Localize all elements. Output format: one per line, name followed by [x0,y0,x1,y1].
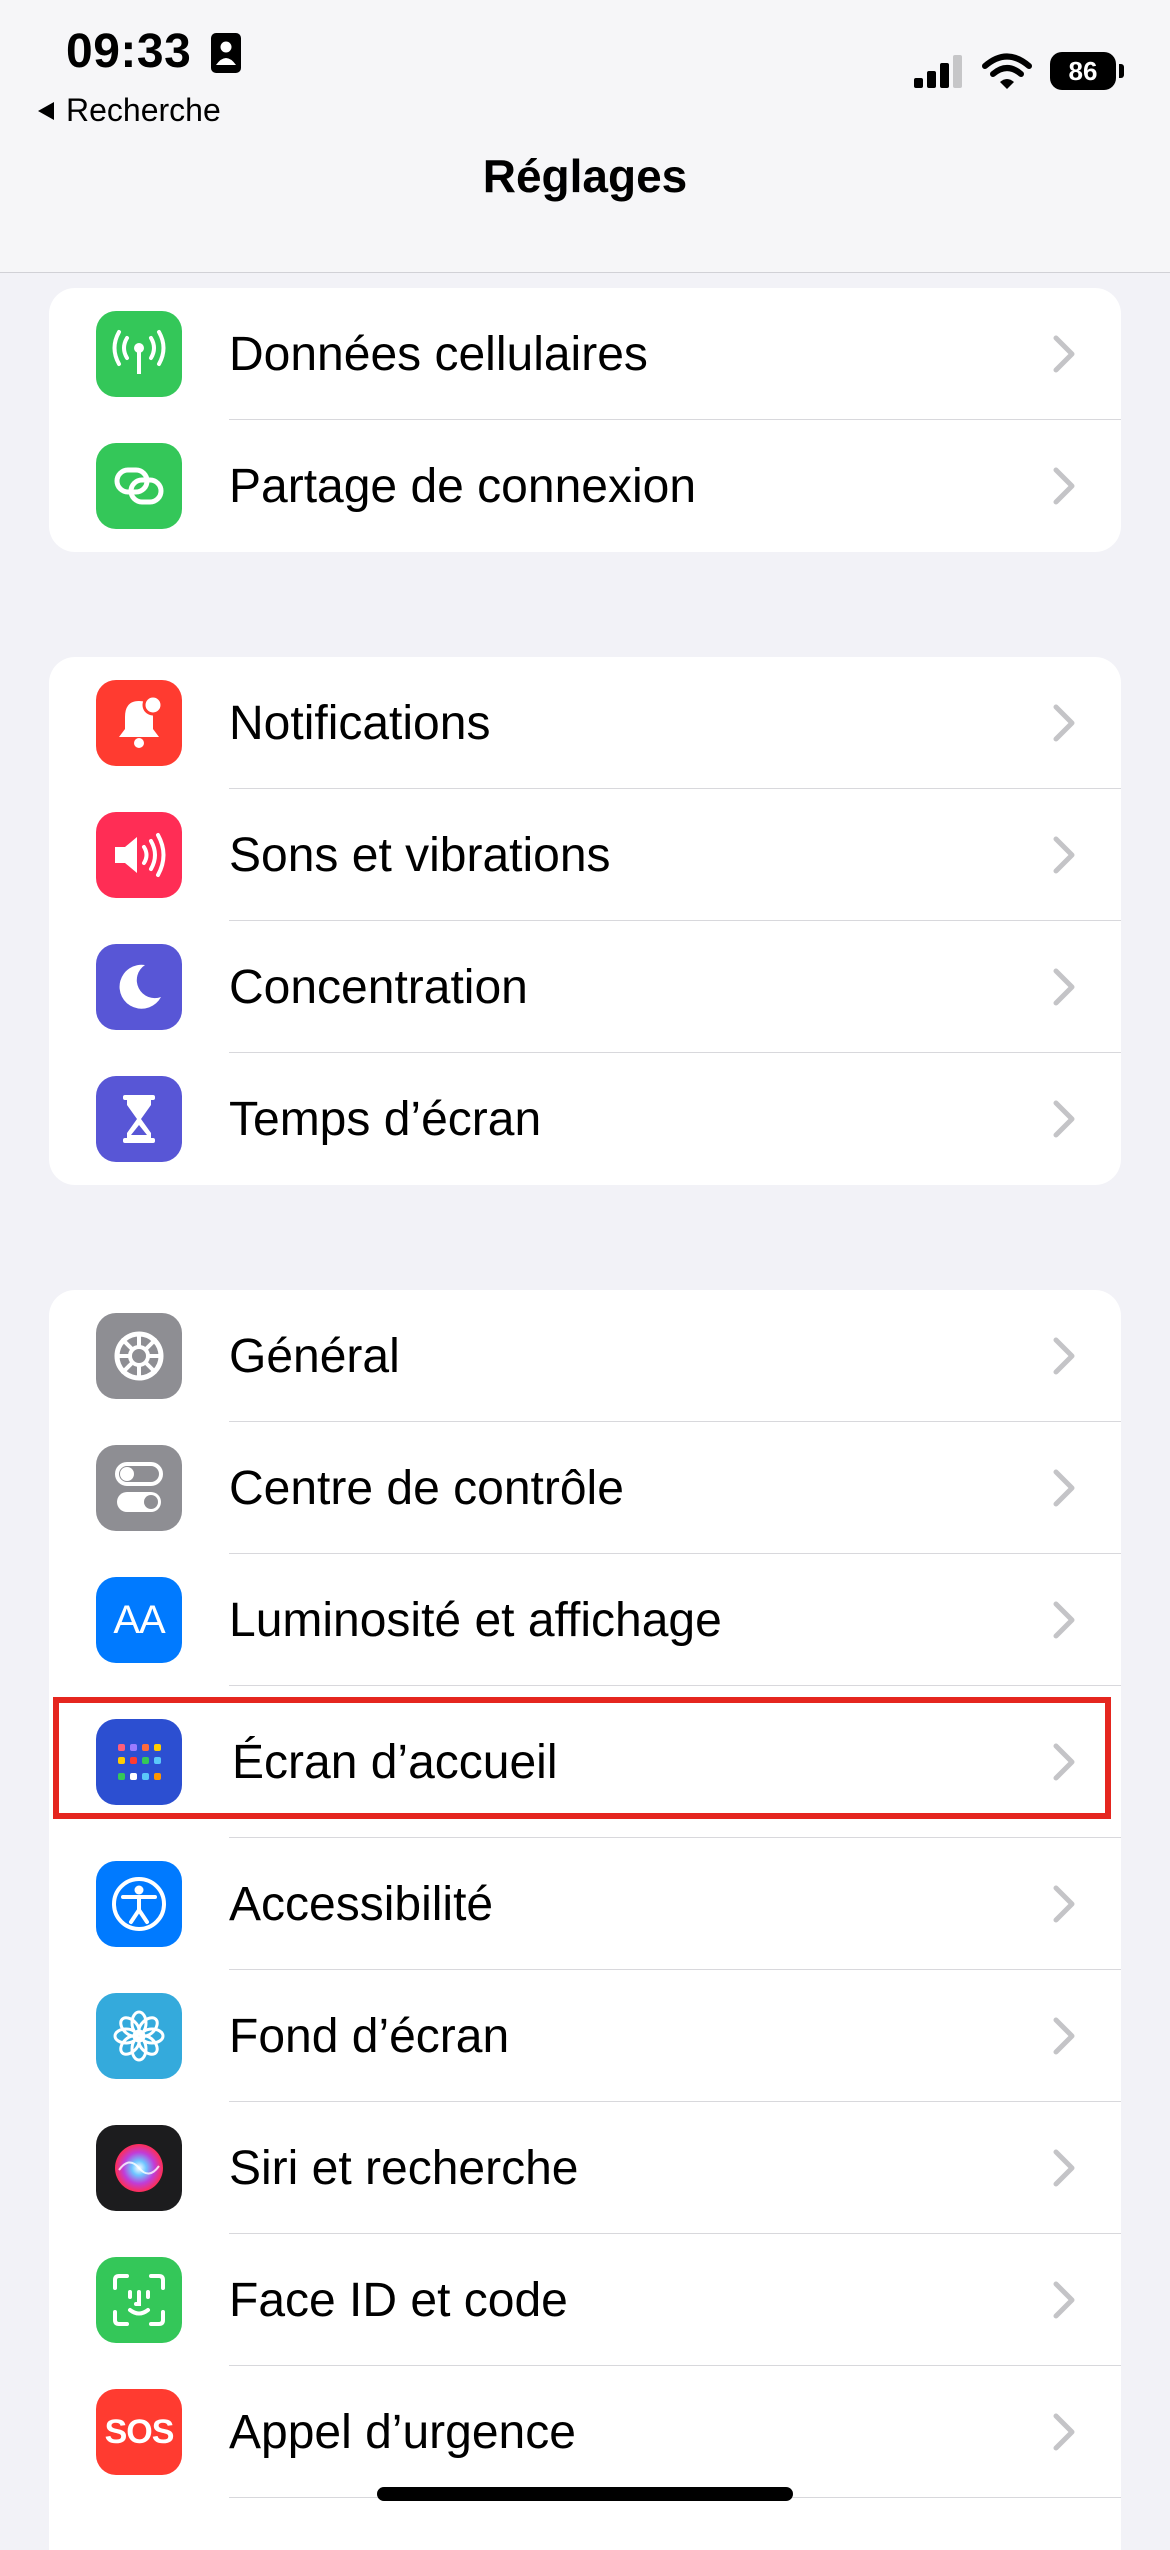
chevron-right-icon [1053,2413,1075,2451]
sos-icon-text: SOS [104,2412,175,2451]
settings-row-label: Partage de connexion [229,459,697,513]
home-indicator[interactable] [377,2487,793,2501]
settings-group-general: Général Centre de contrôle AA Luminosité… [49,1290,1121,2550]
home-screen-grid-icon [96,1719,182,1805]
settings-row-wallpaper[interactable]: Fond d’écran [49,1970,1121,2102]
page-title: Réglages [482,150,688,202]
settings-row-label: Temps d’écran [229,1092,542,1146]
chevron-right-icon [1053,1601,1075,1639]
settings-row-label: Luminosité et affichage [229,1593,722,1647]
cellular-antenna-icon [96,311,182,397]
bell-badge-icon [96,680,182,766]
chevron-right-icon [1053,1743,1075,1781]
gear-icon [96,1313,182,1399]
hourglass-icon [96,1076,182,1162]
chevron-right-icon [1053,335,1075,373]
settings-row-sounds[interactable]: Sons et vibrations [49,789,1121,921]
settings-row-accessibility[interactable]: Accessibilité [49,1838,1121,1970]
battery-level: 86 [1068,55,1098,86]
flower-icon [96,1993,182,2079]
chevron-right-icon [1053,1885,1075,1923]
settings-row-label: Face ID et code [229,2273,568,2327]
settings-group-network: Données cellulaires Partage de connexion [49,288,1121,552]
settings-row-home-screen[interactable]: Écran d’accueil [49,1686,1121,1838]
accessibility-icon [96,1861,182,1947]
settings-row-label: Siri et recherche [229,2141,579,2195]
settings-row-cellular[interactable]: Données cellulaires [49,288,1121,420]
settings-row-display[interactable]: AA Luminosité et affichage [49,1554,1121,1686]
battery-indicator: 86 [1050,52,1124,90]
chevron-right-icon [1053,2281,1075,2319]
chevron-right-icon [1053,467,1075,505]
settings-row-label: Général [229,1329,400,1383]
cellular-signal-icon [914,55,962,88]
status-indicators: 86 [914,52,1124,90]
settings-row-label: Appel d’urgence [229,2405,576,2459]
chevron-right-icon [1053,1337,1075,1375]
settings-row-label: Sons et vibrations [229,828,611,882]
settings-group-notifications: Notifications Sons et vibrations Concent… [49,657,1121,1185]
settings-row-label: Notifications [229,696,491,750]
chevron-right-icon [1053,704,1075,742]
chevron-right-icon [1053,1100,1075,1138]
moon-icon [96,944,182,1030]
chevron-right-icon [1053,836,1075,874]
portrait-id-icon [211,33,241,73]
text-size-icon: AA [96,1577,182,1663]
settings-row-general[interactable]: Général [49,1290,1121,1422]
settings-row-label: Fond d’écran [229,2009,510,2063]
chevron-right-icon [1053,1469,1075,1507]
chevron-right-icon [1053,2017,1075,2055]
status-time: 09:33 [66,25,192,78]
back-to-search-link[interactable]: Recherche [36,92,221,129]
chevron-right-icon [1053,2149,1075,2187]
siri-orb-icon [96,2125,182,2211]
settings-row-notifications[interactable]: Notifications [49,657,1121,789]
settings-row-label: Données cellulaires [229,327,648,381]
toggles-icon [96,1445,182,1531]
settings-row-screen-time[interactable]: Temps d’écran [49,1053,1121,1185]
settings-row-focus[interactable]: Concentration [49,921,1121,1053]
hotspot-chain-icon [96,443,182,529]
wifi-icon [982,53,1032,89]
settings-row-label: Centre de contrôle [229,1461,624,1515]
navigation-bar: Réglages [0,140,1170,273]
chevron-right-icon [1053,968,1075,1006]
settings-row-face-id[interactable]: Face ID et code [49,2234,1121,2366]
settings-row-label: Écran d’accueil [232,1735,558,1789]
settings-row-control-center[interactable]: Centre de contrôle [49,1422,1121,1554]
settings-row-emergency-sos[interactable]: SOS Appel d’urgence [49,2366,1121,2498]
settings-row-label: Accessibilité [229,1877,494,1931]
face-id-icon [96,2257,182,2343]
text-size-glyph: AA [113,1597,165,1642]
settings-row-hotspot[interactable]: Partage de connexion [49,420,1121,552]
back-triangle-icon [38,101,54,120]
status-bar: 09:33 Recherche 86 [0,0,1170,140]
settings-row-siri[interactable]: Siri et recherche [49,2102,1121,2234]
speaker-icon [96,812,182,898]
back-link-label: Recherche [66,92,221,128]
settings-row-label: Concentration [229,960,528,1014]
sos-icon: SOS [96,2389,182,2475]
